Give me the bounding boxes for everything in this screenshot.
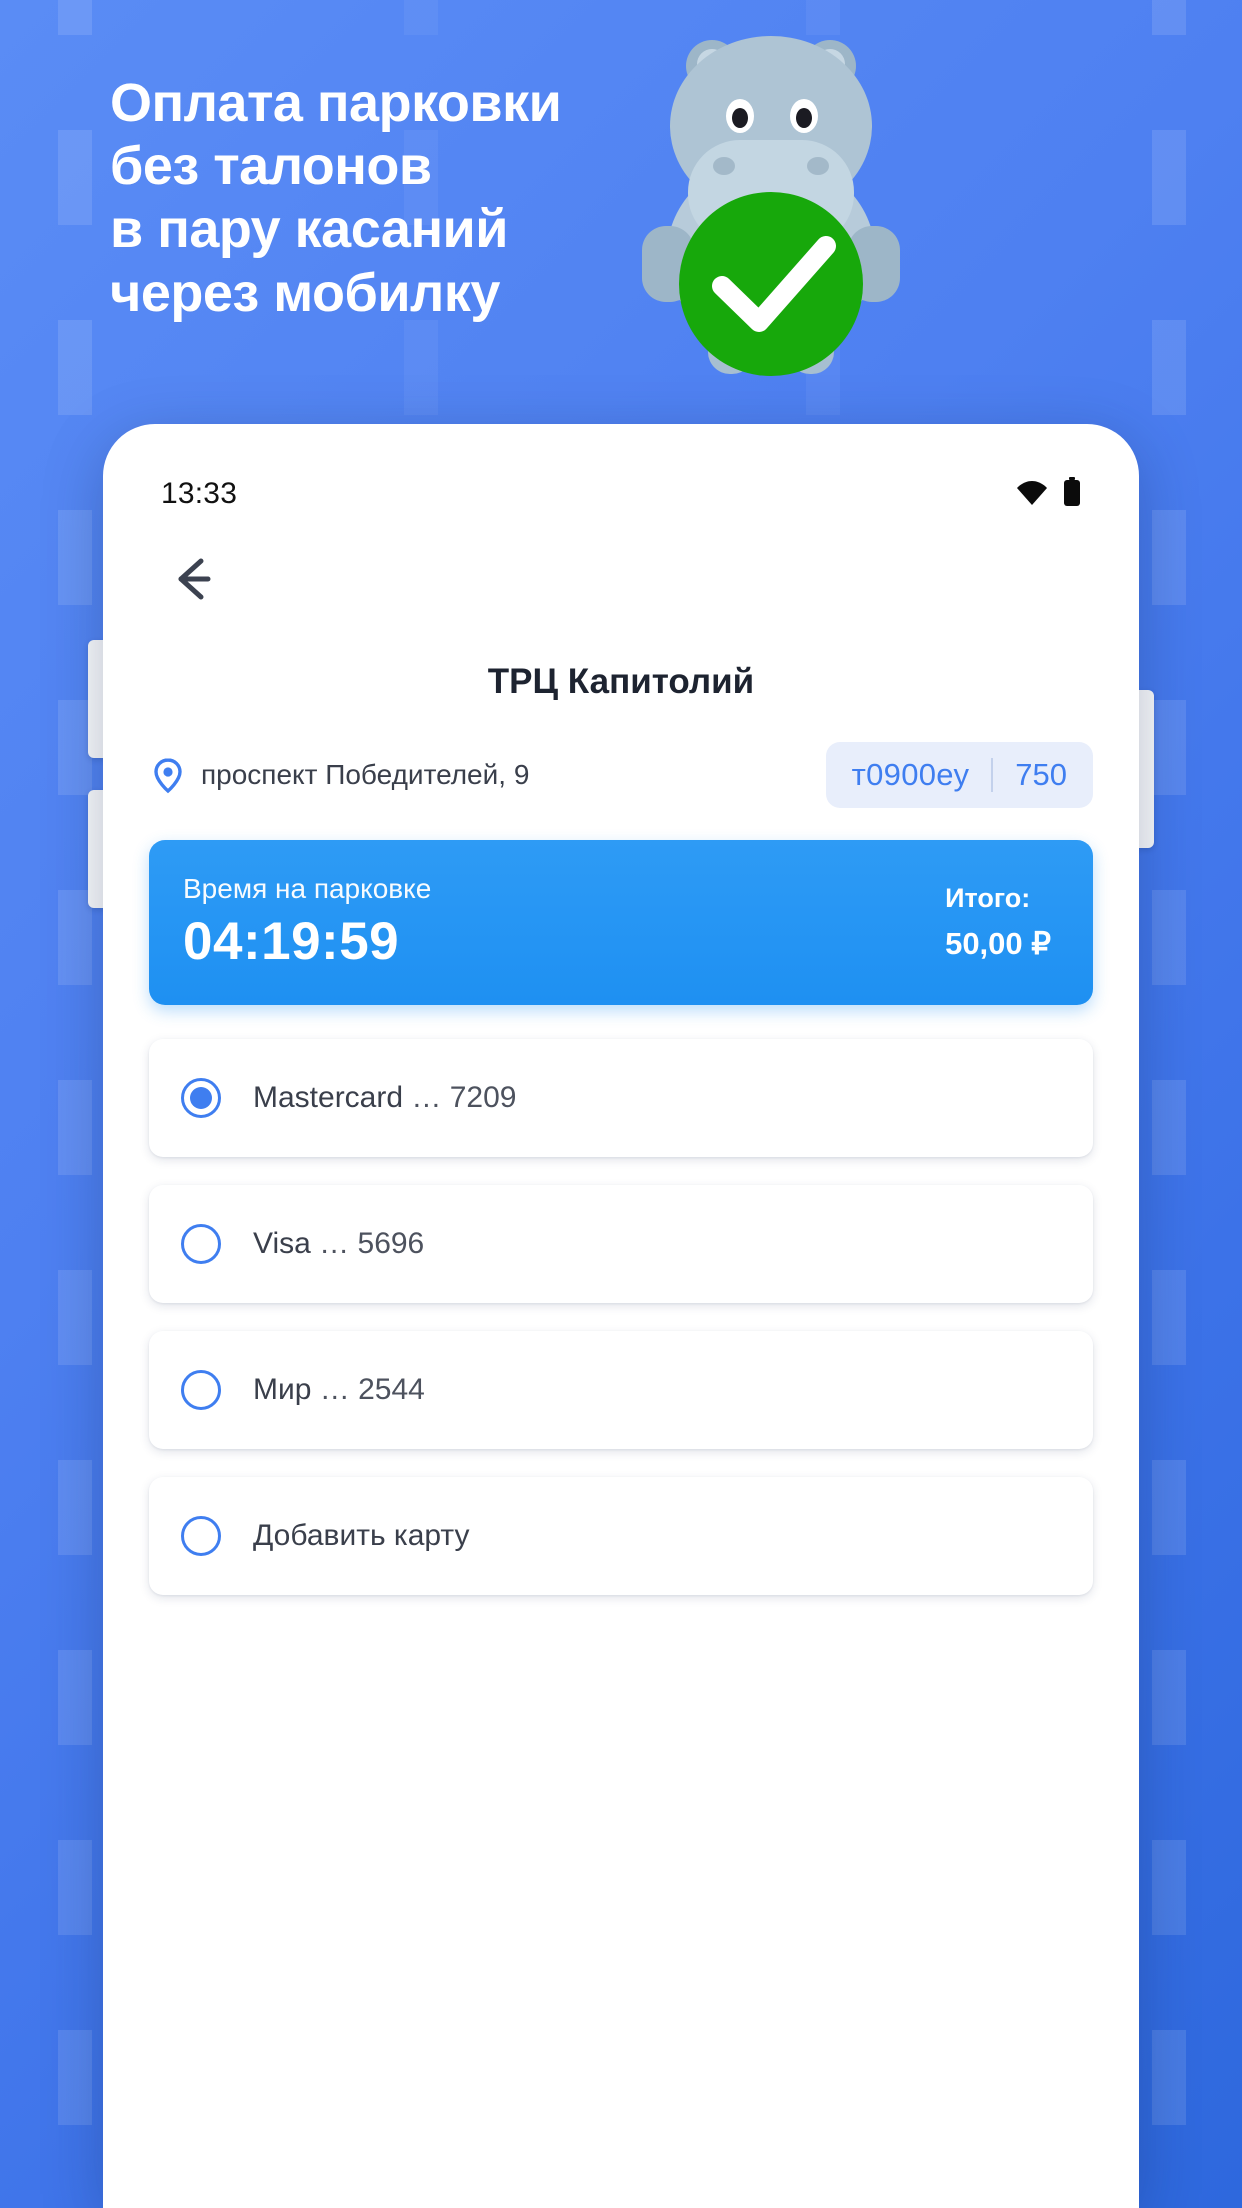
address-row: проспект Победителей, 9 т0900еу 750 (103, 742, 1139, 808)
status-bar-clock: 13:33 (161, 477, 238, 510)
add-card-option[interactable]: Добавить карту (149, 1477, 1093, 1595)
add-card-label: Добавить карту (253, 1519, 470, 1553)
radio-button[interactable] (181, 1224, 221, 1264)
plate-separator (991, 758, 994, 792)
background-dash-pattern-right (1152, 0, 1186, 2208)
venue-title: ТРЦ Капитолий (487, 662, 755, 701)
radio-button-selected[interactable] (181, 1078, 221, 1118)
success-badge (679, 192, 863, 376)
promo-banner: Оплата парковки без талонов в пару касан… (0, 0, 1242, 2208)
payment-mask: … 7209 (411, 1081, 517, 1114)
status-bar: 13:33 (103, 468, 1139, 520)
plate-region: 750 (1015, 757, 1067, 792)
payment-method-option[interactable]: Visa … 5696 (149, 1185, 1093, 1303)
payment-method-option[interactable]: Мир … 2544 (149, 1331, 1093, 1449)
payment-method-label: Мир … 2544 (253, 1373, 425, 1407)
payment-mask: … 5696 (319, 1227, 425, 1260)
wifi-icon (1015, 478, 1049, 511)
radio-button[interactable] (181, 1370, 221, 1410)
payment-brand: Мир (253, 1373, 312, 1406)
timer-block: Время на парковке 04:19:59 (183, 873, 431, 972)
timer-label: Время на парковке (183, 873, 432, 904)
payment-method-label: Visa … 5696 (253, 1227, 424, 1261)
payment-method-option[interactable]: Mastercard … 7209 (149, 1039, 1093, 1157)
payment-method-list: Mastercard … 7209 Visa … 5696 Мир … 2544… (149, 1039, 1093, 1595)
arrow-left-icon (178, 558, 211, 600)
battery-full-icon (1063, 476, 1081, 512)
total-block: Итого: 50,00 ₽ (945, 883, 1059, 962)
map-pin-icon (149, 756, 187, 794)
background-dash-pattern-left (58, 0, 92, 2208)
parking-timer-card: Время на парковке 04:19:59 Итого: 50,00 … (149, 840, 1093, 1005)
total-value: 50,00 ₽ (945, 926, 1051, 961)
payment-mask: … 2544 (319, 1373, 425, 1406)
phone-mockup: 13:33 ТРЦ Капитолий проспект Победителей… (103, 424, 1139, 2208)
payment-brand: Visa (253, 1227, 311, 1260)
parking-payment-screen: ТРЦ Капитолий проспект Победителей, 9 т0… (103, 640, 1139, 1623)
total-label: Итого: (945, 883, 1031, 913)
payment-brand: Mastercard (253, 1081, 404, 1114)
back-button[interactable] (161, 546, 231, 616)
license-plate-badge[interactable]: т0900еу 750 (825, 742, 1093, 808)
payment-brand: Добавить карту (253, 1519, 470, 1552)
hippo-mascot (600, 18, 940, 398)
plate-number: т0900еу (851, 757, 970, 792)
radio-button[interactable] (181, 1516, 221, 1556)
timer-value: 04:19:59 (183, 912, 400, 971)
payment-method-label: Mastercard … 7209 (253, 1081, 516, 1115)
address-text: проспект Победителей, 9 (201, 759, 530, 790)
status-bar-icons (1015, 476, 1081, 512)
